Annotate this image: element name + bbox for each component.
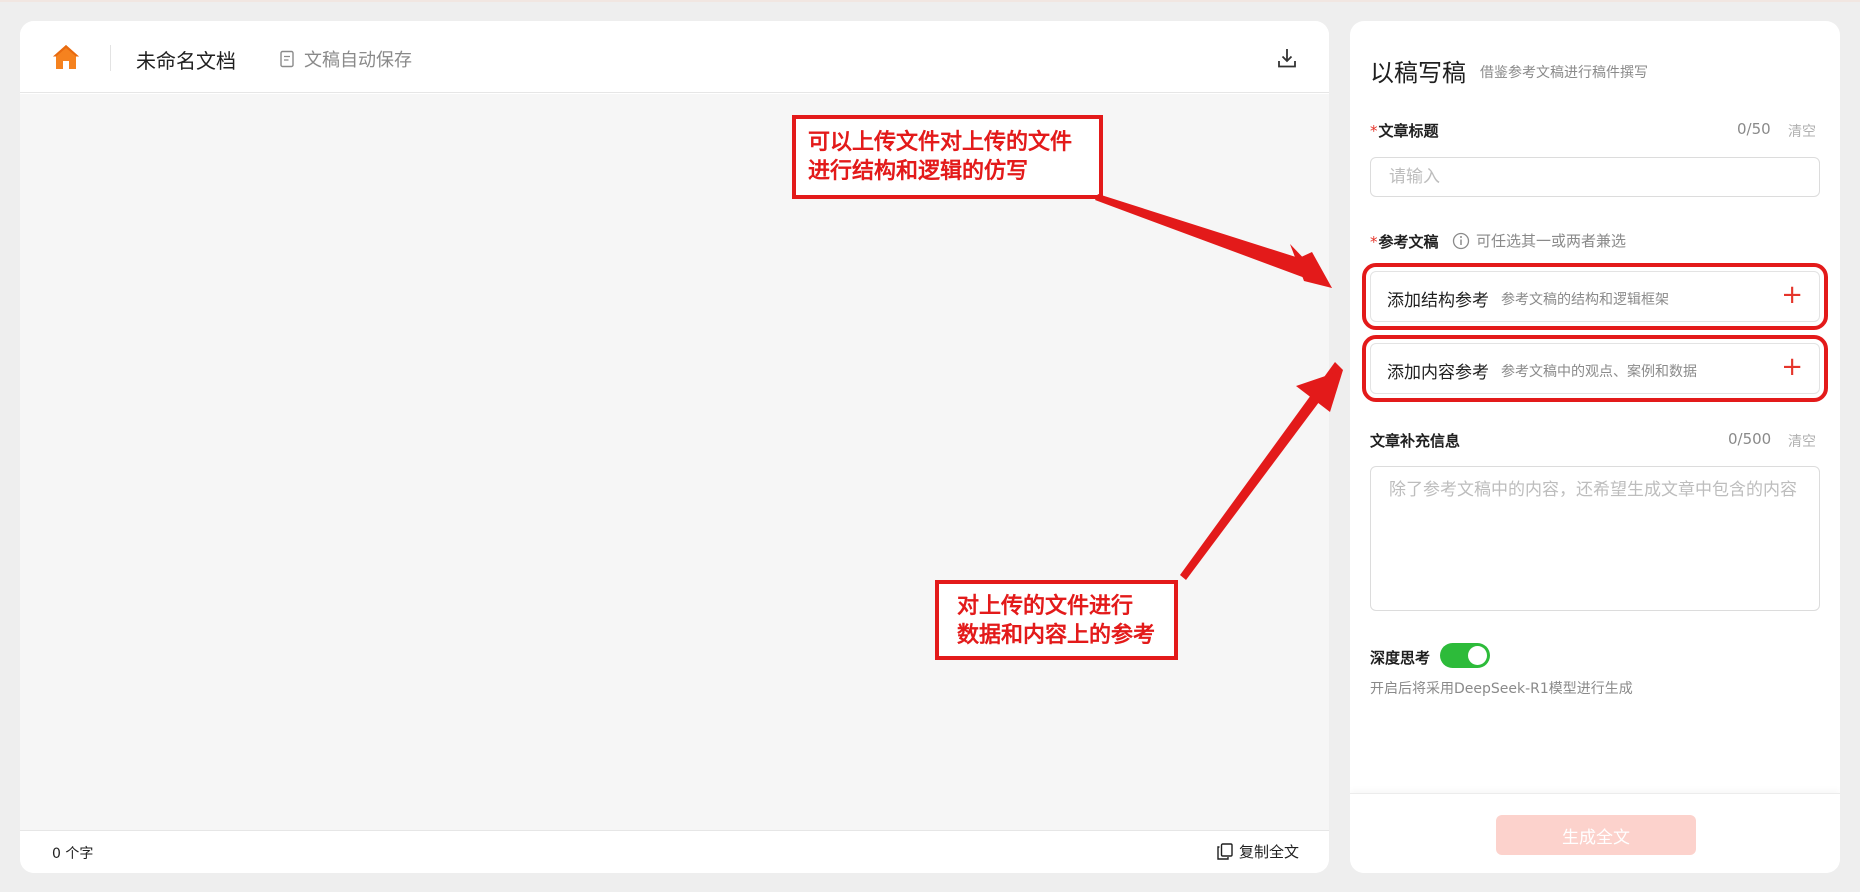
document-icon xyxy=(280,50,294,68)
supplement-clear-button[interactable]: 清空 xyxy=(1788,431,1816,451)
article-title-label-text: 文章标题 xyxy=(1378,122,1439,140)
required-mark: * xyxy=(1370,122,1378,140)
form-title: 以稿写稿 xyxy=(1370,59,1466,87)
add-structure-reference-button[interactable]: 添加结构参考 参考文稿的结构和逻辑框架 + xyxy=(1362,263,1828,330)
annotation-line: 可以上传文件对上传的文件 xyxy=(808,130,1073,155)
deep-think-label: 深度思考 xyxy=(1370,649,1431,667)
toggle-knob xyxy=(1468,646,1487,665)
editor-footer: 0 个字 复制全文 xyxy=(20,830,1329,873)
structure-reference-desc: 参考文稿的结构和逻辑框架 xyxy=(1501,292,1669,308)
article-title-counter: 0/50 xyxy=(1737,120,1771,138)
autosave-status: 文稿自动保存 xyxy=(278,46,412,72)
editor-header: 未命名文档 文稿自动保存 xyxy=(20,21,1329,93)
annotation-line: 数据和内容上的参考 xyxy=(957,623,1156,648)
supplement-label: 文章补充信息 xyxy=(1370,432,1461,450)
supplement-textarea[interactable] xyxy=(1370,466,1820,611)
word-count: 0 个字 xyxy=(52,846,94,862)
article-title-clear-button[interactable]: 清空 xyxy=(1788,121,1816,141)
deep-think-desc: 开启后将采用DeepSeek-R1模型进行生成 xyxy=(1370,681,1633,697)
download-icon[interactable] xyxy=(1276,47,1298,69)
copy-all-label: 复制全文 xyxy=(1238,843,1299,861)
top-accent-line xyxy=(0,0,1860,2)
content-reference-title: 添加内容参考 xyxy=(1387,363,1489,383)
copy-all-button[interactable]: 复制全文 xyxy=(1217,841,1299,862)
home-icon[interactable] xyxy=(51,42,81,72)
add-content-reference-button[interactable]: 添加内容参考 参考文稿中的观点、案例和数据 + xyxy=(1362,335,1828,402)
form-subtitle: 借鉴参考文稿进行稿件撰写 xyxy=(1480,65,1648,81)
annotation-structure-callout: 可以上传文件对上传的文件 进行结构和逻辑的仿写 xyxy=(792,115,1103,199)
annotation-line: 对上传的文件进行 xyxy=(957,594,1134,619)
document-title[interactable]: 未命名文档 xyxy=(136,45,236,74)
required-mark: * xyxy=(1370,233,1378,251)
header-divider xyxy=(110,45,111,71)
info-icon[interactable] xyxy=(1452,232,1470,250)
content-reference-desc: 参考文稿中的观点、案例和数据 xyxy=(1501,364,1697,380)
article-title-label: *文章标题 xyxy=(1370,120,1439,141)
deep-think-toggle[interactable] xyxy=(1440,643,1490,668)
article-title-input[interactable] xyxy=(1370,157,1820,197)
reference-hint: 可任选其一或两者兼选 xyxy=(1452,230,1626,251)
generate-full-text-button[interactable]: 生成全文 xyxy=(1496,815,1696,855)
copy-icon xyxy=(1217,843,1233,860)
annotation-content-callout: 对上传的文件进行 数据和内容上的参考 xyxy=(935,580,1178,660)
editor-panel: 未命名文档 文稿自动保存 0 个字 复制全文 xyxy=(20,21,1329,873)
form-panel: 以稿写稿 借鉴参考文稿进行稿件撰写 *文章标题 0/50 清空 *参考文稿 可任… xyxy=(1350,21,1840,873)
reference-hint-text: 可任选其一或两者兼选 xyxy=(1476,232,1627,250)
editor-canvas[interactable] xyxy=(20,94,1329,830)
plus-icon: + xyxy=(1781,352,1803,382)
reference-label-text: 参考文稿 xyxy=(1378,233,1439,251)
annotation-line: 进行结构和逻辑的仿写 xyxy=(808,159,1029,184)
plus-icon: + xyxy=(1781,280,1803,310)
structure-reference-title: 添加结构参考 xyxy=(1387,291,1489,311)
reference-label: *参考文稿 xyxy=(1370,231,1439,252)
supplement-counter: 0/500 xyxy=(1728,430,1772,448)
form-footer: 生成全文 xyxy=(1350,793,1840,873)
autosave-label: 文稿自动保存 xyxy=(304,50,412,71)
